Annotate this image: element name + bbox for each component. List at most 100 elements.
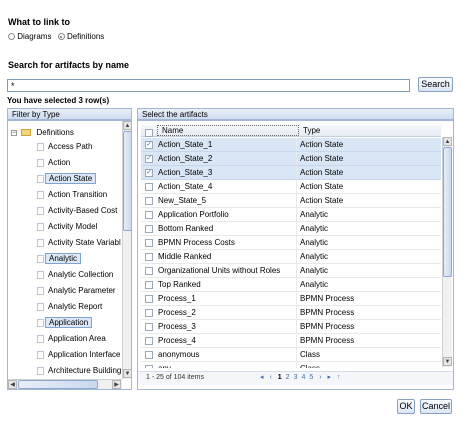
collapse-icon[interactable]: − bbox=[11, 129, 17, 136]
row-checkbox[interactable] bbox=[145, 294, 153, 303]
search-input[interactable] bbox=[7, 79, 410, 92]
table-row[interactable]: anyClass bbox=[141, 361, 441, 368]
row-checkbox[interactable] bbox=[145, 196, 153, 205]
scroll-right-icon[interactable]: ▶ bbox=[112, 380, 121, 389]
type-icon bbox=[37, 174, 44, 183]
tree-item[interactable]: Analytic bbox=[37, 252, 82, 265]
name-cell: Top Ranked bbox=[155, 277, 297, 292]
tree-item[interactable]: Access Path bbox=[37, 140, 92, 153]
tree-item[interactable]: Application bbox=[37, 316, 93, 329]
table-row[interactable]: Middle Ranked Analytic bbox=[141, 249, 441, 264]
row-checkbox[interactable] bbox=[145, 182, 153, 191]
tree-vertical-scrollbar[interactable]: ▲ ▼ bbox=[122, 121, 131, 379]
grid-scroll-down-icon[interactable]: ▼ bbox=[443, 357, 452, 366]
table-row[interactable]: Process_3 BPMN Process bbox=[141, 319, 441, 334]
type-cell: Class bbox=[296, 361, 441, 368]
table-row[interactable]: Application Portfolio Analytic bbox=[141, 207, 441, 222]
row-checkbox[interactable] bbox=[145, 238, 153, 247]
row-checkbox[interactable] bbox=[145, 266, 153, 275]
diagrams-radio[interactable] bbox=[8, 33, 15, 41]
page-link[interactable]: 2 bbox=[286, 374, 290, 381]
tree-horizontal-scrollbar[interactable]: ◀ ▶ bbox=[8, 379, 122, 389]
table-row[interactable]: BPMN Process Costs Analytic bbox=[141, 235, 441, 250]
table-row[interactable]: ✓ Action_State_2 Action State bbox=[141, 151, 441, 166]
grid-scroll-thumb[interactable] bbox=[443, 147, 452, 277]
tree-item-label: Activity Model bbox=[48, 222, 98, 231]
row-checkbox[interactable] bbox=[145, 280, 153, 289]
tree-item[interactable]: Application Area bbox=[37, 332, 106, 345]
tree-item[interactable]: Architecture Building Bl bbox=[37, 364, 121, 377]
tree-item[interactable]: Activity Model bbox=[37, 220, 97, 233]
prev-page-icon[interactable]: ‹ bbox=[269, 374, 271, 381]
scroll-left-icon[interactable]: ◀ bbox=[8, 380, 17, 389]
row-checkbox[interactable] bbox=[145, 350, 153, 359]
table-row[interactable]: Process_4 BPMN Process bbox=[141, 333, 441, 348]
definitions-radio-label[interactable]: Definitions bbox=[67, 32, 104, 41]
page-link[interactable]: 5 bbox=[309, 374, 313, 381]
row-checkbox[interactable] bbox=[145, 322, 153, 331]
type-cell: BPMN Process bbox=[296, 333, 441, 348]
row-checkbox[interactable] bbox=[145, 252, 153, 261]
tree-item-label: Action Transition bbox=[48, 190, 108, 199]
type-icon bbox=[37, 142, 44, 151]
tree-item[interactable]: Application Interface De bbox=[37, 348, 121, 361]
row-checkbox[interactable] bbox=[145, 210, 153, 219]
name-column-header[interactable]: Name bbox=[157, 125, 299, 136]
tree-item[interactable]: Analytic Report bbox=[37, 300, 102, 313]
definitions-radio[interactable] bbox=[57, 33, 65, 41]
row-checkbox[interactable] bbox=[145, 336, 153, 345]
grid-vertical-scrollbar[interactable]: ▲ ▼ bbox=[442, 137, 452, 367]
table-row[interactable]: Organizational Units without Roles Analyt… bbox=[141, 263, 441, 278]
table-row[interactable]: Action_State_4 Action State bbox=[141, 179, 441, 194]
select-all-checkbox[interactable] bbox=[145, 128, 153, 137]
type-icon bbox=[37, 270, 44, 279]
cancel-button[interactable]: Cancel bbox=[420, 399, 452, 414]
page-link[interactable]: 1 bbox=[278, 374, 282, 381]
tree-hscroll-thumb[interactable] bbox=[18, 380, 98, 389]
row-checkbox[interactable]: ✓ bbox=[145, 140, 153, 149]
tree-item[interactable]: Analytic Parameter bbox=[37, 284, 116, 297]
page-link[interactable]: 4 bbox=[301, 374, 305, 381]
table-row[interactable]: Process_1 BPMN Process bbox=[141, 291, 441, 306]
diagrams-radio-label[interactable]: Diagrams bbox=[17, 32, 51, 41]
row-checkbox[interactable] bbox=[145, 224, 153, 233]
type-cell: Analytic bbox=[296, 221, 441, 236]
table-row[interactable]: ✓ Action_State_3 Action State bbox=[141, 165, 441, 180]
tree-item[interactable]: Action Transition bbox=[37, 188, 107, 201]
row-checkbox[interactable] bbox=[145, 364, 153, 368]
row-checkbox[interactable]: ✓ bbox=[145, 154, 153, 163]
scroll-down-icon[interactable]: ▼ bbox=[123, 369, 131, 378]
last-page-icon[interactable]: ▸ bbox=[328, 374, 332, 381]
table-row[interactable]: New_State_5 Action State bbox=[141, 193, 441, 208]
tree-item[interactable]: Action bbox=[37, 156, 70, 169]
row-checkbox[interactable]: ✓ bbox=[145, 168, 153, 177]
first-page-icon[interactable]: ◂ bbox=[260, 374, 264, 381]
table-row[interactable]: ✓ Action_State_1 Action State bbox=[141, 138, 441, 152]
artifacts-panel-header: Select the artifacts bbox=[137, 108, 454, 120]
ok-button[interactable]: OK bbox=[397, 399, 415, 414]
grid-scroll-up-icon[interactable]: ▲ bbox=[443, 137, 452, 146]
page-link[interactable]: 3 bbox=[294, 374, 298, 381]
row-checkbox-cell bbox=[141, 361, 155, 368]
row-checkbox[interactable] bbox=[145, 308, 153, 317]
row-checkbox-cell bbox=[141, 207, 155, 222]
search-button[interactable]: Search bbox=[418, 77, 453, 92]
tree-item[interactable]: Activity State Variable bbox=[37, 236, 121, 249]
table-row[interactable]: Top Ranked Analytic bbox=[141, 277, 441, 292]
table-row[interactable]: Process_2 BPMN Process bbox=[141, 305, 441, 320]
go-up-icon[interactable]: ↑ bbox=[337, 374, 341, 381]
tree-item-label: Analytic Collection bbox=[48, 270, 114, 279]
filter-panel-header: Filter by Type bbox=[7, 108, 132, 120]
name-cell: Process_3 bbox=[155, 319, 297, 334]
table-row[interactable]: anonymous Class bbox=[141, 347, 441, 362]
scroll-up-icon[interactable]: ▲ bbox=[123, 121, 131, 130]
row-checkbox-cell bbox=[141, 193, 155, 208]
tree-item[interactable]: Activity-Based Cost bbox=[37, 204, 117, 217]
tree-item[interactable]: Analytic Collection bbox=[37, 268, 113, 281]
type-column-header[interactable]: Type bbox=[303, 125, 320, 136]
tree-scroll-thumb[interactable] bbox=[123, 131, 131, 231]
tree-root-definitions[interactable]: − Definitions bbox=[11, 126, 74, 139]
table-row[interactable]: Bottom Ranked Analytic bbox=[141, 221, 441, 236]
tree-item[interactable]: Action State bbox=[37, 172, 97, 185]
next-page-icon[interactable]: › bbox=[319, 374, 321, 381]
